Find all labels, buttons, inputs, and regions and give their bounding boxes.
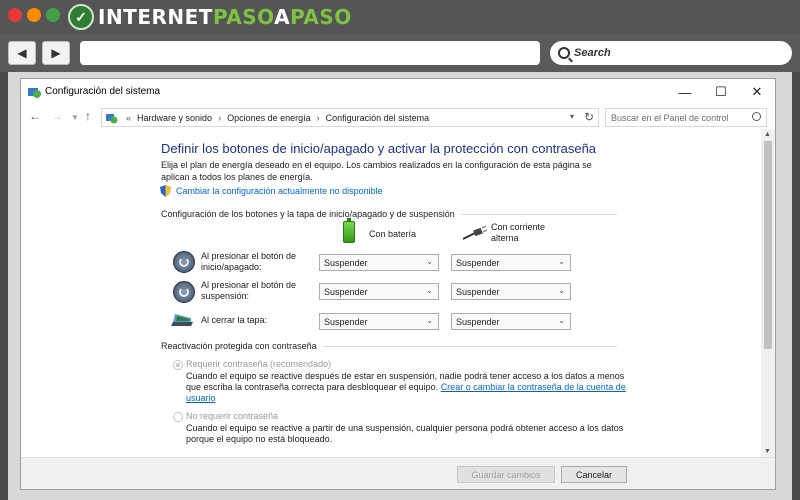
column-ac-label: Con corriente alterna (491, 222, 546, 243)
dialog-footer: Guardar cambios Cancelar (21, 457, 775, 489)
control-panel-icon (28, 88, 41, 98)
breadcrumb[interactable]: « Hardware y sonido › Opciones de energí… (101, 108, 599, 127)
battery-icon (343, 218, 355, 243)
plug-icon (462, 225, 487, 240)
page-description: Elija el plan de energía deseado en el e… (161, 160, 592, 182)
row-label: Al cerrar la tapa: (201, 315, 268, 325)
section-buttons-label: Configuración de los botones y la tapa d… (161, 209, 455, 219)
breadcrumb-separator[interactable]: › (218, 113, 221, 123)
back-arrow-icon[interactable]: ← (29, 109, 41, 123)
power-button-battery-select[interactable]: Suspender ⌄ (319, 254, 439, 271)
brand-text: INTERNETPASOAPASO (98, 5, 352, 29)
select-value: Suspender (456, 287, 500, 297)
back-button[interactable]: ◀ (8, 41, 36, 65)
minimize-dot[interactable] (27, 8, 41, 22)
section-password-heading: Reactivación protegida con contraseña (161, 341, 617, 351)
select-value: Suspender (324, 287, 368, 297)
cancel-button[interactable]: Cancelar (561, 466, 627, 483)
address-dropdown-icon[interactable]: ▾ (570, 112, 574, 121)
select-value: Suspender (324, 317, 368, 327)
select-value: Suspender (456, 258, 500, 268)
uac-shield-icon (160, 185, 171, 197)
save-button[interactable]: Guardar cambios (457, 466, 555, 483)
brand-logo: ✓ INTERNETPASOAPASO (68, 3, 352, 31)
scroll-up-icon[interactable]: ▲ (764, 131, 771, 138)
column-battery-label: Con batería (369, 229, 417, 239)
address-row: ← → ▼ ↑ « Hardware y sonido › Opciones d… (21, 105, 775, 129)
close-dot[interactable] (8, 8, 22, 22)
chevron-down-icon: ⌄ (558, 316, 565, 325)
section-buttons-heading: Configuración de los botones y la tapa d… (161, 209, 617, 219)
change-settings-link[interactable]: Cambiar la configuración actualmente no … (176, 186, 383, 196)
title-bar: Configuración del sistema — ☐ ✕ (21, 79, 775, 105)
window-title: Configuración del sistema (45, 86, 161, 97)
chevron-down-icon: ⌄ (558, 286, 565, 295)
section-password-label: Reactivación protegida con contraseña (161, 341, 317, 351)
maximize-button[interactable]: ☐ (703, 79, 739, 105)
breadcrumb-power-options[interactable]: Opciones de energía (227, 113, 311, 123)
require-password-radio[interactable] (173, 360, 183, 370)
up-arrow-icon[interactable]: ↑ (85, 109, 91, 123)
require-password-description: Cuando el equipo se reactive después de … (186, 371, 626, 404)
chevron-down-icon: ⌄ (426, 257, 433, 266)
chevron-down-icon: ⌄ (558, 257, 565, 266)
zoom-dot[interactable] (46, 8, 60, 22)
search-label: Search (574, 47, 611, 59)
breadcrumb-hardware[interactable]: Hardware y sonido (137, 113, 212, 123)
power-button-icon (173, 251, 195, 273)
breadcrumb-system-settings[interactable]: Configuración del sistema (326, 113, 430, 123)
sleep-button-battery-select[interactable]: Suspender ⌄ (319, 283, 439, 300)
browser-search-input[interactable]: Search (550, 41, 792, 65)
browser-nav-bar: ◀ ▶ Search (0, 34, 800, 72)
lid-close-ac-select[interactable]: Suspender ⌄ (451, 313, 571, 330)
breadcrumb-separator[interactable]: › (317, 113, 320, 123)
no-password-description: Cuando el equipo se reactive a partir de… (186, 423, 624, 444)
search-placeholder: Buscar en el Panel de control (611, 112, 729, 123)
select-value: Suspender (324, 258, 368, 268)
select-value: Suspender (456, 317, 500, 327)
laptop-lid-icon (171, 314, 193, 326)
sleep-button-ac-select[interactable]: Suspender ⌄ (451, 283, 571, 300)
control-panel-small-icon (106, 113, 118, 123)
power-button-ac-select[interactable]: Suspender ⌄ (451, 254, 571, 271)
page-title: Definir los botones de inicio/apagado y … (161, 141, 597, 156)
search-icon (752, 112, 761, 121)
recent-locations-icon[interactable]: ▼ (71, 113, 79, 122)
chevron-down-icon: ⌄ (426, 286, 433, 295)
refresh-icon[interactable]: ↻ (584, 110, 594, 124)
main-content: Definir los botones de inicio/apagado y … (21, 129, 761, 455)
system-settings-window: Configuración del sistema — ☐ ✕ ← → ▼ ↑ … (20, 78, 776, 490)
require-password-label: Requerir contraseña (recomendado) (186, 359, 332, 369)
close-button[interactable]: ✕ (739, 79, 775, 105)
vertical-scrollbar[interactable]: ▲ ▼ (761, 129, 775, 457)
breadcrumb-overflow[interactable]: « (126, 113, 131, 123)
browser-top-bar: ✓ INTERNETPASOAPASO (0, 0, 800, 34)
sleep-button-icon (173, 281, 195, 303)
url-field[interactable] (80, 41, 540, 65)
forward-button[interactable]: ▶ (42, 41, 70, 65)
minimize-button[interactable]: — (667, 79, 703, 105)
no-password-label: No requerir contraseña (186, 411, 279, 421)
lid-close-battery-select[interactable]: Suspender ⌄ (319, 313, 439, 330)
scroll-down-icon[interactable]: ▼ (764, 448, 771, 455)
search-icon (558, 47, 570, 59)
brand-mark-icon: ✓ (68, 4, 94, 30)
row-label: Al presionar el botón de suspensión: (201, 280, 297, 301)
chevron-down-icon: ⌄ (426, 316, 433, 325)
control-panel-search-input[interactable]: Buscar en el Panel de control (605, 108, 767, 127)
forward-arrow-icon[interactable]: → (51, 109, 63, 123)
scroll-thumb[interactable] (764, 141, 772, 349)
row-label: Al presionar el botón de inicio/apagado: (201, 251, 297, 272)
no-password-radio[interactable] (173, 412, 183, 422)
